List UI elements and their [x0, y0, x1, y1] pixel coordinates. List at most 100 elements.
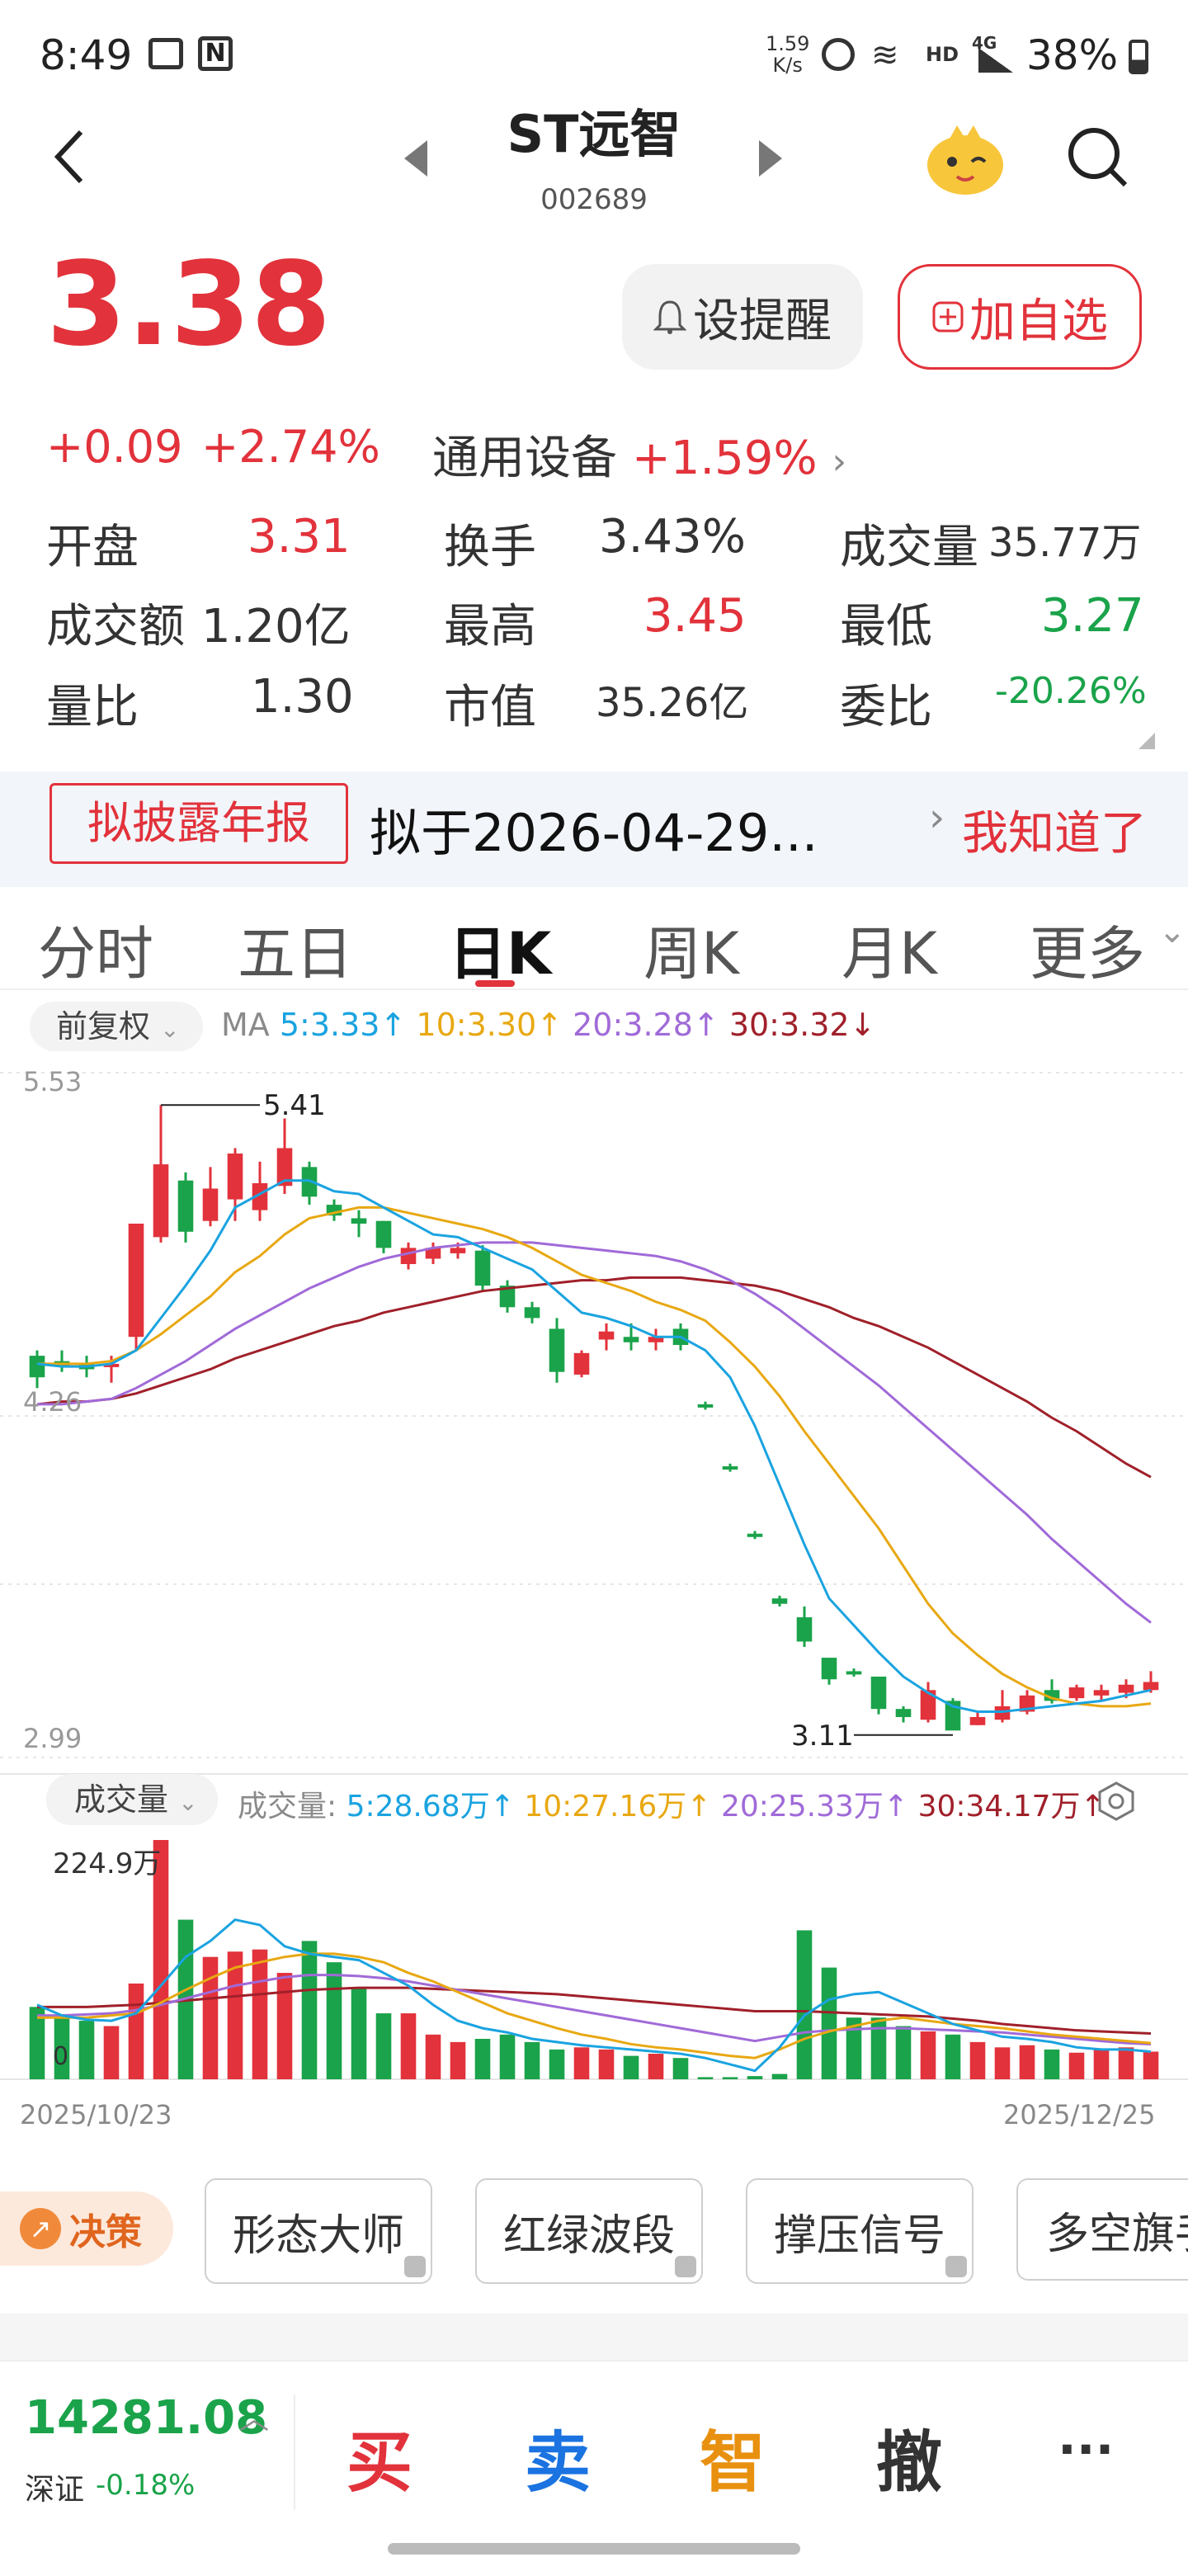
x-label-end: 2025/12/25	[1003, 2099, 1155, 2129]
candle-body	[573, 1352, 590, 1375]
candle	[326, 1199, 342, 1221]
candle	[400, 1242, 417, 1270]
order-ratio-value: -20.26%	[995, 670, 1147, 712]
candle	[524, 1301, 540, 1323]
adjust-select[interactable]: 前复权 ⌄	[30, 1002, 203, 1051]
decision-button[interactable]: ↗ 决策	[0, 2191, 173, 2266]
candle-body	[623, 1337, 639, 1342]
status-bar: 8:49 N 1.59 K/s ≋ HD 4G 38%	[0, 0, 1188, 107]
annotations-group: 5.41 3.11	[161, 1089, 953, 1753]
tool-red-green-band[interactable]: 红绿波段	[475, 2178, 703, 2284]
add-watchlist-button[interactable]: 加自选	[898, 264, 1142, 370]
volume-bar	[648, 2054, 664, 2079]
tool-support-pressure[interactable]: 撑压信号	[746, 2178, 974, 2284]
candle	[846, 1668, 862, 1677]
x-label-start: 2025/10/23	[20, 2099, 172, 2129]
candle	[747, 1531, 763, 1540]
set-alert-button[interactable]: 设提醒	[622, 264, 863, 370]
candle	[1143, 1671, 1159, 1693]
sector-name: 通用设备	[432, 432, 617, 485]
candles-group	[29, 1105, 1159, 1731]
tool-bull-bear-flag[interactable]: 多空旗手	[1016, 2178, 1188, 2281]
volume-bar	[945, 2034, 961, 2079]
expand-corner-icon[interactable]	[1138, 733, 1155, 749]
sell-button[interactable]: 卖	[525, 2409, 591, 2505]
next-stock-button[interactable]	[757, 140, 782, 180]
tabs-divider	[0, 988, 1188, 990]
high-annotation: 5.41	[263, 1089, 326, 1122]
low-annotation: 3.11	[791, 1720, 854, 1753]
back-icon	[54, 130, 83, 184]
low-value: 3.27	[1041, 589, 1144, 643]
more-button[interactable]: ···	[1058, 2421, 1114, 2479]
smart-button[interactable]: 智	[700, 2409, 766, 2505]
turnover-value: 3.43%	[599, 510, 746, 564]
volume-bars-group	[29, 1840, 1159, 2079]
prev-stock-button[interactable]	[404, 140, 429, 180]
vol-ma5-value: 5:28.68万↑	[346, 1790, 515, 1823]
ma30-value: 30:3.32↓	[728, 1007, 876, 1043]
volume-bar	[252, 1949, 268, 2079]
candle-body	[153, 1164, 169, 1238]
volume-bar	[1093, 2049, 1110, 2079]
tab-monthly-k[interactable]: 月K	[842, 908, 937, 991]
tool-label: 红绿波段	[502, 2210, 675, 2261]
volume-settings-button[interactable]	[1096, 1781, 1137, 1822]
tab-more[interactable]: 更多	[1030, 908, 1145, 991]
candle	[895, 1706, 912, 1723]
index-expand-icon[interactable]: ︿	[239, 2394, 269, 2437]
tab-intraday[interactable]: 分时	[38, 908, 153, 991]
volume-bar	[1118, 2047, 1134, 2079]
candle-body	[351, 1218, 367, 1224]
wifi-icon: ≋	[871, 36, 899, 74]
search-button[interactable]	[1064, 124, 1130, 190]
banner-dismiss-button[interactable]: 我知道了	[962, 796, 1147, 863]
back-button[interactable]	[48, 124, 97, 190]
mascot-icon	[927, 125, 1003, 195]
battery-text: 38%	[1026, 31, 1119, 79]
candle	[821, 1658, 837, 1685]
sector-link[interactable]: 通用设备 +1.59% ›	[432, 421, 846, 488]
high-value: 3.45	[644, 589, 747, 643]
kline-chart[interactable]: 5.41 3.11 5.53 4.26 2.99 224.9万 0 2025/10…	[0, 1056, 1188, 2129]
tool-pattern-master[interactable]: 形态大师	[205, 2178, 432, 2284]
signal-icon	[978, 48, 1013, 73]
tab-daily-k[interactable]: 日K	[449, 908, 551, 991]
volume-bar	[425, 2034, 441, 2079]
mascot-button[interactable]	[924, 122, 1006, 196]
next-arrow-icon	[759, 140, 782, 177]
alarm-icon	[822, 38, 855, 71]
volume-bar	[771, 2074, 788, 2079]
announcement-banner: 拟披露年报 拟于2026-04-29... › 我知道了	[0, 771, 1188, 887]
volume-bar	[78, 2021, 95, 2079]
volume-bar	[301, 1941, 318, 2079]
tool-label: 形态大师	[232, 2210, 404, 2261]
tab-weekly-k[interactable]: 周K	[644, 908, 739, 991]
candle-body	[846, 1671, 862, 1675]
candle	[474, 1245, 491, 1291]
prev-arrow-icon	[404, 140, 427, 177]
y-label-top: 5.53	[23, 1066, 82, 1097]
sector-change: +1.59%	[631, 432, 818, 485]
volume-bar	[1019, 2045, 1035, 2079]
price-change: +0.09	[46, 421, 183, 473]
candle-body	[177, 1180, 194, 1232]
volume-bar	[1143, 2051, 1159, 2079]
cap-label: 市值	[444, 681, 536, 734]
candle	[796, 1606, 813, 1648]
adjust-select-label: 前复权	[56, 1008, 151, 1045]
ma30-line	[36, 1276, 1152, 1479]
candle	[375, 1220, 392, 1253]
index-value: 14281.08	[25, 2391, 268, 2445]
volume-bar	[128, 1983, 144, 2079]
candle-body	[474, 1250, 491, 1286]
volume-indicator-select[interactable]: 成交量 ⌄	[46, 1774, 218, 1825]
tab-five-day[interactable]: 五日	[238, 908, 353, 991]
buy-button[interactable]: 买	[346, 2409, 412, 2505]
candle	[425, 1242, 441, 1265]
volume-bar	[549, 2049, 565, 2079]
stock-code: 002689	[540, 183, 648, 216]
bell-icon	[653, 300, 686, 334]
volume-bar	[474, 2039, 491, 2079]
cancel-order-button[interactable]: 撤	[876, 2409, 942, 2505]
